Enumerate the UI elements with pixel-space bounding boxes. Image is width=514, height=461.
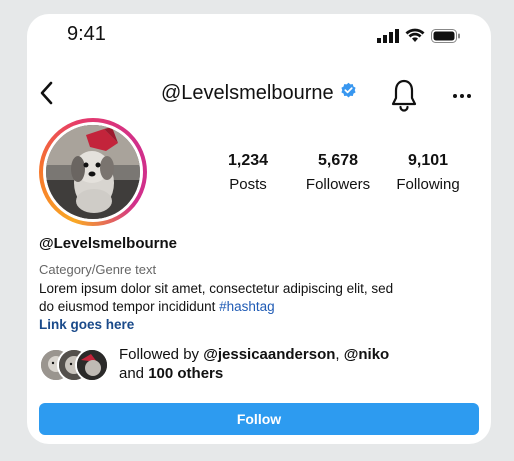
- verified-badge-icon: [340, 82, 357, 105]
- status-icons: [377, 28, 461, 48]
- top-nav: @Levelsmelbourne: [27, 78, 491, 112]
- stat-posts-value: 1,234: [227, 152, 269, 169]
- profile-bio: Lorem ipsum dolor sit amet, consectetur …: [39, 280, 459, 316]
- followed-by-separator: ,: [335, 346, 344, 363]
- followed-by-and: and: [119, 365, 149, 382]
- followed-by-prefix: Followed by: [119, 346, 204, 363]
- stat-followers[interactable]: 5,678 Followers: [293, 152, 383, 193]
- profile-category: Category/Genre text: [39, 262, 157, 277]
- stat-following-value: 9,101: [407, 152, 449, 169]
- bell-icon[interactable]: [389, 78, 419, 117]
- stat-followers-label: Followers: [305, 176, 371, 193]
- header-username: @Levelsmelbourne: [161, 82, 357, 105]
- bio-line-2: do eiusmod tempor incididunt: [39, 299, 220, 314]
- bio-line-1: Lorem ipsum dolor sit amet, consectetur …: [39, 281, 394, 296]
- followed-by-avatars[interactable]: [39, 348, 109, 382]
- profile-link[interactable]: Link goes here: [39, 317, 134, 332]
- stat-following[interactable]: 9,101 Following: [383, 152, 473, 193]
- stat-posts-label: Posts: [229, 176, 267, 193]
- wifi-icon: [405, 28, 425, 48]
- profile-stats: 1,234 Posts 5,678 Followers 9,101 Follow…: [203, 152, 473, 193]
- profile-name: @Levelsmelbourne: [39, 235, 178, 252]
- back-arrow-icon[interactable]: [39, 80, 55, 111]
- followed-by-text[interactable]: Followed by @jessicaanderson, @niko and …: [119, 345, 389, 383]
- status-time: 9:41: [67, 23, 106, 45]
- followed-by-user1: @jessicaanderson: [203, 346, 336, 363]
- follow-button[interactable]: Follow: [39, 403, 479, 435]
- followed-by-others: 100 others: [148, 365, 224, 382]
- followed-by-user2: @niko: [343, 346, 390, 363]
- signal-icon: [377, 28, 399, 48]
- stat-following-label: Following: [396, 176, 460, 193]
- bio-hashtag-link[interactable]: #hashtag: [219, 299, 275, 314]
- more-options-icon[interactable]: [452, 86, 472, 104]
- profile-avatar[interactable]: [39, 118, 147, 226]
- header-username-text: @Levelsmelbourne: [161, 82, 334, 104]
- stat-posts[interactable]: 1,234 Posts: [203, 152, 293, 193]
- stat-followers-value: 5,678: [317, 152, 359, 169]
- avatar-dog-photo: [46, 125, 140, 219]
- profile-card: 9:41 @Levelsmelbourne 1,234 Posts 5,678 …: [27, 14, 491, 444]
- battery-icon: [431, 28, 461, 48]
- follower-avatar: [75, 348, 109, 382]
